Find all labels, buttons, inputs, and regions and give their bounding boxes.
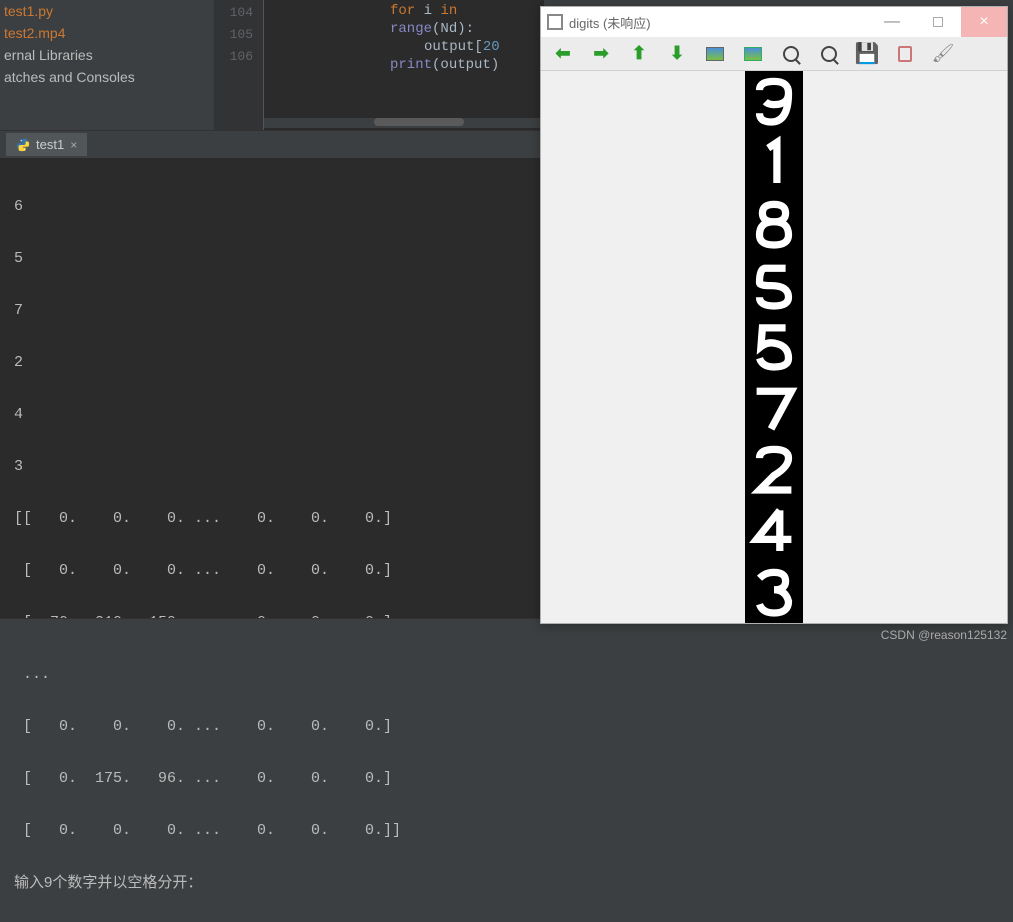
viewer-toolbar: ⬅ ➡ ⬆ ⬇ 💾 🖌 [541, 37, 1007, 71]
maximize-button[interactable] [915, 7, 961, 37]
titlebar[interactable]: digits (未响应) — × [541, 7, 1007, 37]
zoom-out-icon[interactable] [819, 44, 839, 64]
image-canvas [541, 71, 1007, 623]
arrow-right-icon[interactable]: ➡ [591, 44, 611, 64]
picture-preview-icon[interactable] [743, 44, 763, 64]
console-output[interactable]: 6 5 7 2 4 3 [[ 0. 0. 0. ... 0. 0. 0.] [ … [0, 158, 540, 618]
clipboard-icon[interactable] [895, 44, 915, 64]
file-item[interactable]: atches and Consoles [0, 66, 214, 88]
window-title: digits (未响应) [569, 13, 869, 32]
digit-cell [745, 439, 803, 500]
digit-cell [745, 378, 803, 439]
digit-cell [745, 194, 803, 255]
editor-scrollbar[interactable] [264, 118, 544, 128]
zoom-in-icon[interactable] [781, 44, 801, 64]
file-item[interactable]: ernal Libraries [0, 44, 214, 66]
digit-cell [745, 562, 803, 623]
close-icon[interactable]: × [70, 138, 77, 152]
brush-icon[interactable]: 🖌 [933, 44, 953, 64]
digit-cell [745, 71, 803, 132]
tab-test1[interactable]: test1 × [6, 133, 87, 156]
project-sidebar: test1.py test2.mp4 ernal Libraries atche… [0, 0, 214, 130]
console-tabs: test1 × [0, 130, 540, 158]
status-bar [0, 618, 540, 644]
image-viewer-window: digits (未响应) — × ⬅ ➡ ⬆ ⬇ 💾 🖌 [540, 6, 1008, 624]
save-icon[interactable]: 💾 [857, 44, 877, 64]
file-item[interactable]: test1.py [0, 0, 214, 22]
tab-label: test1 [36, 137, 64, 152]
digit-cell [745, 316, 803, 377]
input-prompt: 输入9个数字并以空格分开： [14, 870, 526, 896]
minimize-button[interactable]: — [869, 7, 915, 37]
digit-cell [745, 132, 803, 193]
watermark: CSDN @reason125132 [881, 628, 1007, 642]
file-item[interactable]: test2.mp4 [0, 22, 214, 44]
picture-icon[interactable] [705, 44, 725, 64]
window-icon [547, 14, 563, 30]
close-button[interactable]: × [961, 7, 1007, 37]
arrow-down-icon[interactable]: ⬇ [667, 44, 687, 64]
python-icon [16, 138, 30, 152]
arrow-up-icon[interactable]: ⬆ [629, 44, 649, 64]
digit-cell [745, 500, 803, 561]
digit-cell [745, 255, 803, 316]
digit-strip [745, 71, 803, 623]
arrow-left-icon[interactable]: ⬅ [553, 44, 573, 64]
line-gutter: 104 105 106 [214, 0, 264, 130]
code-editor[interactable]: for i in range(Nd): output[20 print(outp… [264, 0, 544, 130]
